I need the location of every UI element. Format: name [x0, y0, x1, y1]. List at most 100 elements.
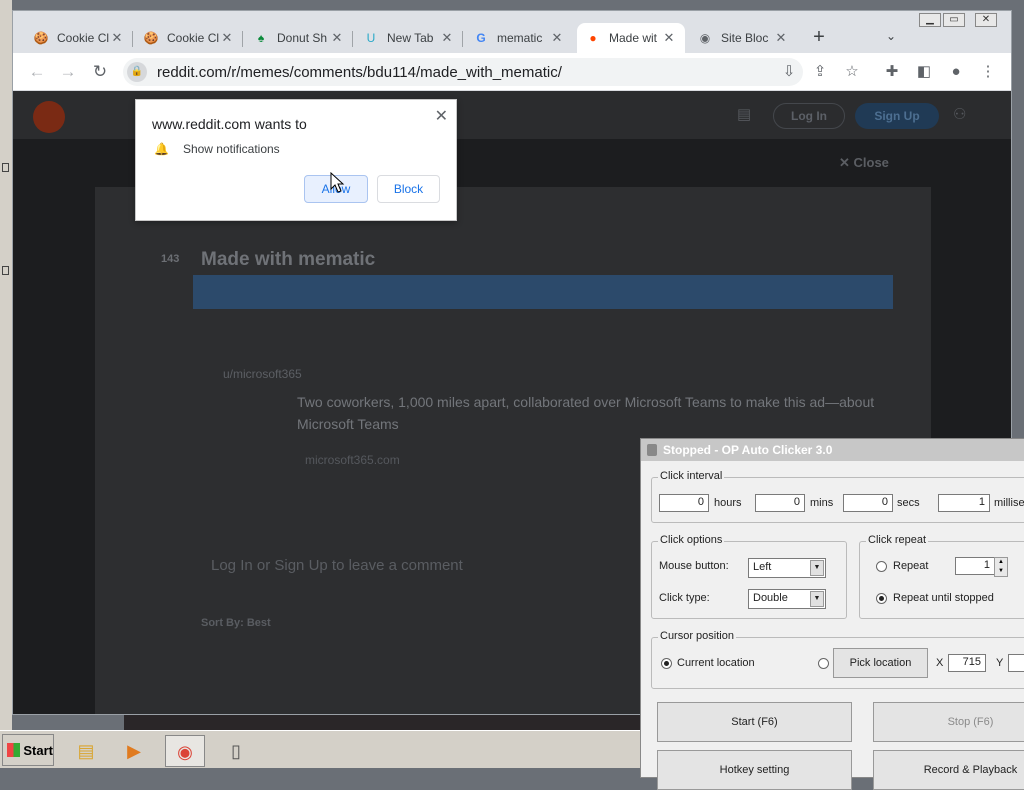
forward-icon[interactable]: → — [56, 61, 80, 85]
promoted-user[interactable]: u/microsoft365 — [223, 367, 302, 381]
close-icon[interactable]: ✕ — [549, 30, 565, 46]
secs-input[interactable]: 0 — [843, 494, 893, 512]
pick-location-radio[interactable] — [818, 658, 829, 669]
record-playback-button[interactable]: Record & Playback — [873, 750, 1024, 790]
auto-clicker-window: Stopped - OP Auto Clicker 3.0 Click inte… — [640, 438, 1024, 790]
reload-icon[interactable]: ↻ — [88, 61, 112, 85]
url-text[interactable]: reddit.com/r/memes/comments/bdu114/made_… — [157, 64, 562, 81]
click-options-group: Click options Mouse button: Left ▼ Click… — [651, 534, 847, 619]
mins-label: mins — [810, 497, 834, 509]
mins-input[interactable]: 0 — [755, 494, 805, 512]
close-icon[interactable]: ✕ — [773, 30, 789, 46]
user-menu-icon[interactable]: ⚇ — [953, 105, 966, 123]
window-title: Stopped - OP Auto Clicker 3.0 — [663, 443, 833, 457]
signup-button[interactable]: Sign Up — [855, 103, 939, 129]
cursor-position-group: Cursor position Current location Pick lo… — [651, 630, 1024, 689]
start-button[interactable]: Start (F6) — [657, 702, 852, 742]
tab-made-with[interactable]: ● Made wit ✕ — [577, 23, 685, 53]
permission-label: Show notifications — [182, 142, 280, 156]
ad-link[interactable]: microsoft365.com — [305, 453, 400, 467]
menu-icon[interactable]: ⋮ — [977, 62, 999, 84]
click-type-value: Double — [753, 592, 788, 604]
donut-icon: ♠ — [257, 31, 265, 45]
permission-row: 🔔 Show notifications — [154, 142, 280, 156]
secs-label: secs — [897, 497, 920, 509]
tab-strip: 🍪 Cookie Cl ✕ 🍪 Cookie Cl ✕ ♠ Donut Sh ✕… — [13, 11, 1011, 53]
side-panel-icon[interactable]: ◧ — [913, 62, 935, 84]
y-input[interactable] — [1008, 654, 1024, 672]
extensions-icon[interactable]: ✚ — [881, 62, 903, 84]
x-input[interactable]: 715 — [948, 654, 986, 672]
tab-cookie-2[interactable]: 🍪 Cookie Cl ✕ — [135, 23, 243, 53]
selected-text-highlight — [193, 275, 893, 309]
repeat-until-stopped-radio[interactable] — [876, 593, 887, 604]
mouse-cursor-icon — [330, 172, 345, 193]
install-icon[interactable]: ⇩ — [778, 62, 800, 84]
notification-permission-dialog: www.reddit.com wants to ✕ 🔔 Show notific… — [135, 99, 457, 221]
tab-newtab[interactable]: U New Tab ✕ — [355, 23, 463, 53]
click-type-select[interactable]: Double ▼ — [748, 589, 826, 609]
block-button[interactable]: Block — [377, 175, 440, 203]
desktop-icon-fragment — [2, 163, 9, 172]
tab-separator — [242, 31, 243, 47]
desktop-edge — [0, 0, 12, 730]
close-icon[interactable]: ✕ — [219, 30, 235, 46]
stop-button[interactable]: Stop (F6) — [873, 702, 1024, 742]
tab-site-block[interactable]: ◉ Site Bloc ✕ — [689, 23, 797, 53]
maximize-icon[interactable]: ▭ — [943, 13, 965, 27]
title-bar[interactable]: Stopped - OP Auto Clicker 3.0 — [641, 439, 1024, 461]
current-location-label: Current location — [677, 657, 755, 669]
minimize-icon[interactable]: ▁ — [919, 13, 941, 27]
close-icon[interactable]: ✕ — [661, 30, 677, 46]
close-icon[interactable]: ✕ — [435, 106, 448, 126]
group-label: Click options — [658, 534, 725, 546]
hotkey-setting-button[interactable]: Hotkey setting — [657, 750, 852, 790]
bell-icon: 🔔 — [154, 142, 169, 156]
group-label: Click interval — [658, 470, 725, 482]
click-interval-group: Click interval 0 hours 0 mins 0 secs 1 m… — [651, 470, 1024, 523]
start-button[interactable]: Start — [2, 734, 54, 766]
advertise-icon[interactable]: ▤ — [737, 105, 751, 123]
hours-input[interactable]: 0 — [659, 494, 709, 512]
tab-search-icon[interactable]: ⌄ — [886, 29, 896, 43]
sort-by-dropdown[interactable]: Sort By: Best — [201, 617, 271, 629]
tab-separator — [132, 31, 133, 47]
reddit-logo-icon[interactable] — [33, 101, 65, 133]
close-icon[interactable]: ✕ — [109, 30, 125, 46]
repeat-count-input[interactable]: 1 — [955, 557, 995, 575]
taskbar: Start ▤ ▶ ◉ ▯ — [0, 730, 640, 768]
close-icon[interactable]: ✕ — [439, 30, 455, 46]
mouse-app-icon[interactable]: ▯ — [216, 735, 256, 767]
profile-icon[interactable]: ● — [945, 62, 967, 84]
close-icon[interactable]: ✕ — [329, 30, 345, 46]
lock-icon[interactable]: 🔒 — [127, 62, 147, 82]
desktop-wallpaper — [124, 715, 640, 730]
repeat-spinner[interactable]: ▲ ▼ — [994, 557, 1008, 577]
share-icon[interactable]: ⇪ — [809, 62, 831, 84]
tab-title: Donut Sh — [277, 31, 328, 45]
current-location-radio[interactable] — [661, 658, 672, 669]
login-to-comment[interactable]: Log In or Sign Up to leave a comment — [211, 557, 463, 574]
chevron-down-icon: ▼ — [810, 560, 824, 576]
ad-text: Two coworkers, 1,000 miles apart, collab… — [297, 394, 875, 432]
millisec-input[interactable]: 1 — [938, 494, 990, 512]
close-post-button[interactable]: ✕ Close — [839, 155, 889, 171]
tab-cookie-1[interactable]: 🍪 Cookie Cl ✕ — [25, 23, 133, 53]
reddit-icon: ● — [589, 31, 597, 45]
tab-mematic[interactable]: G mematic ✕ — [465, 23, 573, 53]
back-icon[interactable]: ← — [25, 61, 49, 85]
mouse-button-select[interactable]: Left ▼ — [748, 558, 826, 578]
login-button[interactable]: Log In — [773, 103, 845, 129]
tab-title: Cookie Cl — [167, 31, 219, 45]
chrome-icon[interactable]: ◉ — [165, 735, 205, 767]
new-tab-button[interactable]: + — [807, 26, 831, 50]
tab-donut[interactable]: ♠ Donut Sh ✕ — [245, 23, 353, 53]
media-player-icon[interactable]: ▶ — [114, 735, 154, 767]
repeat-radio[interactable] — [876, 561, 887, 572]
cookie-icon: 🍪 — [143, 31, 159, 45]
file-explorer-icon[interactable]: ▤ — [66, 735, 106, 767]
bookmark-star-icon[interactable]: ☆ — [841, 62, 863, 84]
window-close-icon[interactable]: ✕ — [975, 13, 997, 27]
address-bar[interactable]: 🔒 reddit.com/r/memes/comments/bdu114/mad… — [123, 58, 803, 86]
pick-location-button[interactable]: Pick location — [833, 648, 928, 678]
